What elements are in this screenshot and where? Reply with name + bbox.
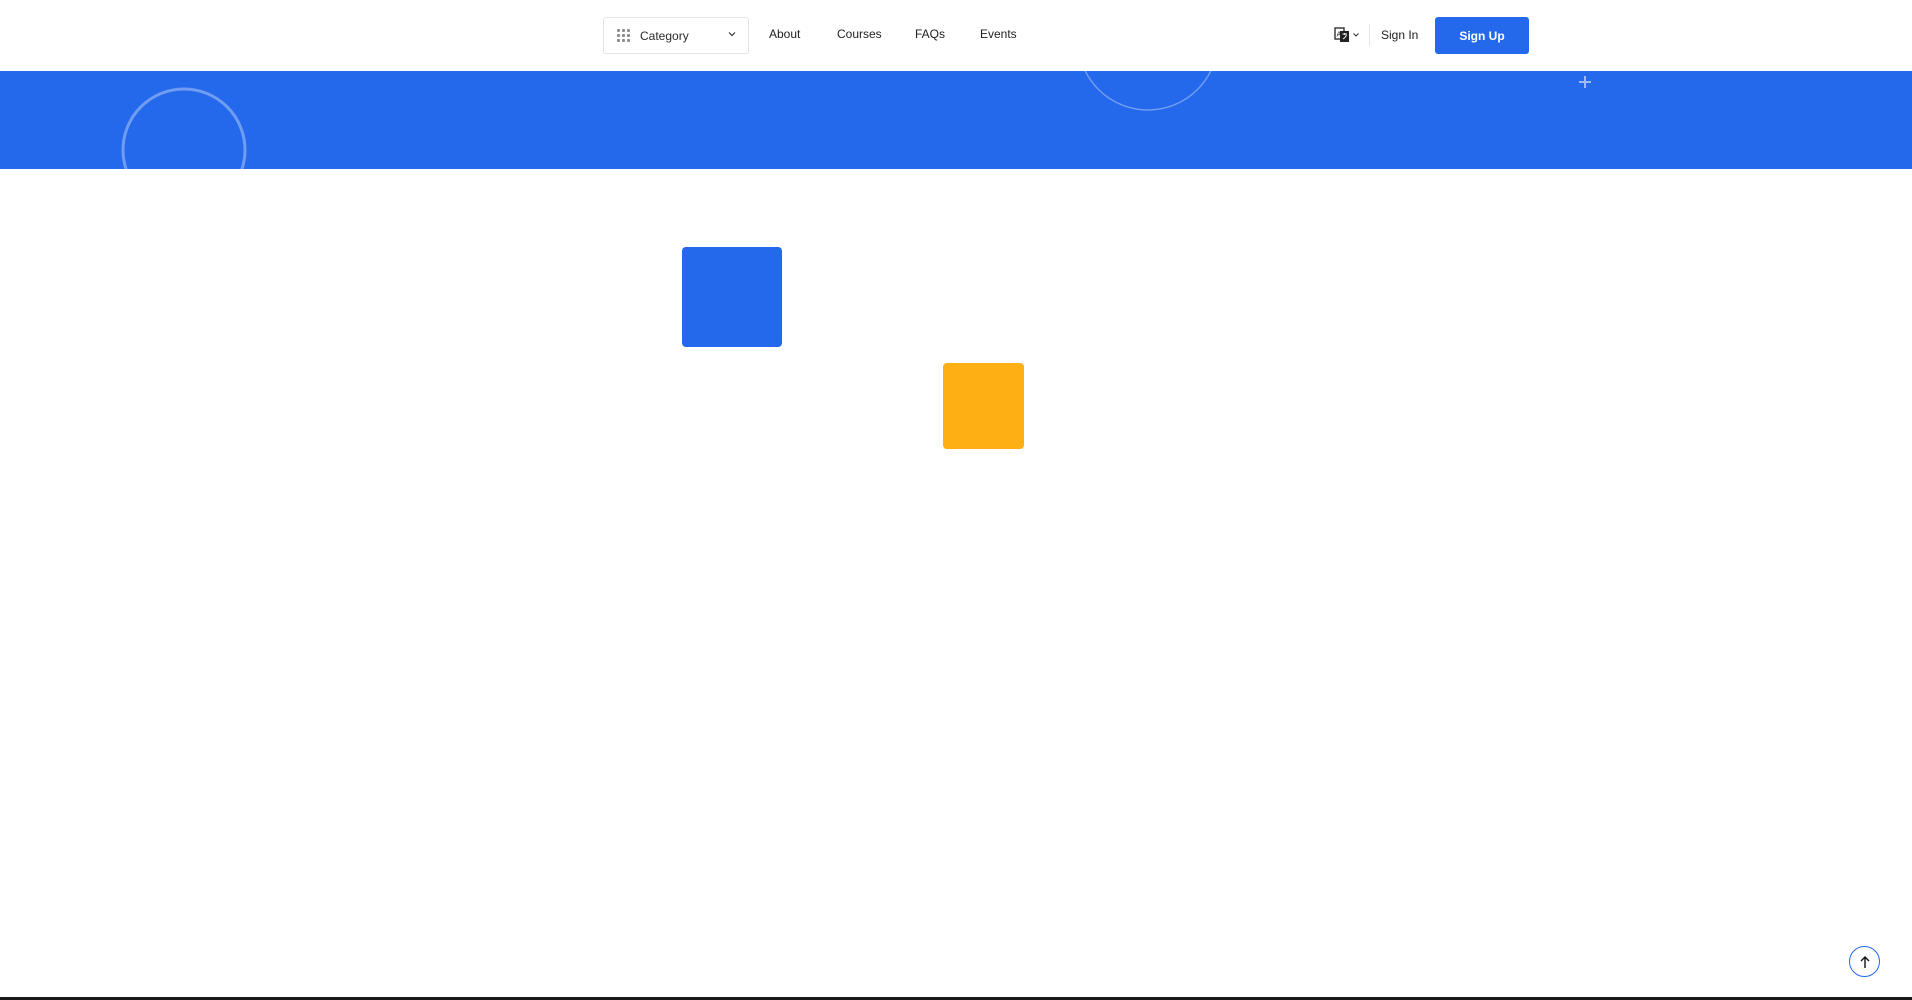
arrow-up-icon xyxy=(1860,955,1869,968)
decorative-arc-left xyxy=(121,87,247,169)
banner-decoration xyxy=(121,71,1591,169)
signin-link[interactable]: Sign In xyxy=(1381,28,1418,42)
nav-about[interactable]: About xyxy=(769,27,800,41)
nav-courses[interactable]: Courses xyxy=(837,27,882,41)
decorative-square-blue xyxy=(682,247,782,347)
header-divider xyxy=(1369,24,1370,46)
language-selector[interactable]: A xyxy=(1334,26,1362,44)
back-to-top-button[interactable] xyxy=(1849,946,1880,977)
decorative-circle-top xyxy=(1084,71,1212,111)
category-dropdown[interactable]: Category xyxy=(603,17,749,54)
nav-events[interactable]: Events xyxy=(980,27,1017,41)
plus-icon xyxy=(1579,76,1591,88)
chevron-down-icon xyxy=(1353,33,1359,37)
grid-icon xyxy=(617,28,631,43)
nav-faqs[interactable]: FAQs xyxy=(915,27,945,41)
translate-icon: A xyxy=(1334,27,1349,42)
hero-banner xyxy=(0,71,1912,169)
signup-button[interactable]: Sign Up xyxy=(1435,17,1529,54)
site-header: Category About Courses FAQs Events A Sig… xyxy=(0,0,1912,71)
category-label: Category xyxy=(640,28,689,43)
svg-text:A: A xyxy=(1337,31,1342,39)
chevron-down-icon xyxy=(728,32,736,37)
decorative-square-yellow xyxy=(943,363,1024,449)
